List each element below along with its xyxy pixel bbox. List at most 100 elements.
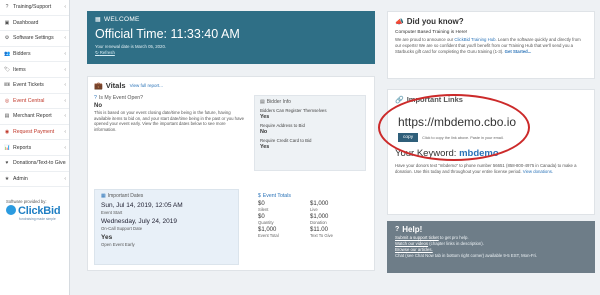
copy-button[interactable]: copy xyxy=(398,133,419,142)
help-title: Help! xyxy=(402,225,423,234)
sidebar-item-label: Bidders xyxy=(13,51,31,58)
logo-tagline: fundraising made simple xyxy=(19,217,56,221)
event-total-cell: $1,000 Live xyxy=(310,201,362,212)
did-you-know-title: Did you know? xyxy=(406,17,464,26)
get-started-link[interactable]: Get Started... xyxy=(505,49,532,54)
bidder-info-label: Bidder Info xyxy=(266,99,291,105)
help-text: to get pro help. xyxy=(438,235,469,240)
copy-row: copy Click to copy the link above. Paste… xyxy=(398,133,587,142)
chevron-left-icon: ‹ xyxy=(64,51,66,58)
open-early-value: Yes xyxy=(101,234,113,241)
body-pre: We are proud to announce our xyxy=(395,37,455,42)
vitals-header: 💼 Vitals View full report... xyxy=(94,81,368,90)
sidebar-item-label: Request Payment xyxy=(13,129,55,136)
donation-icon: ♥ xyxy=(5,160,9,167)
calendar-icon: ▦ xyxy=(95,17,101,23)
text-to-give-info: Have your donors text "mbdemo" to phone … xyxy=(395,163,587,175)
question-circle-icon: ? xyxy=(5,4,9,11)
help-link[interactable]: Browse our articles. xyxy=(395,247,433,252)
clickbid-logo[interactable]: ClickBid xyxy=(6,205,61,217)
sidebar-item-label: Items xyxy=(13,66,26,73)
sidebar-item-label: Merchant Report xyxy=(13,113,52,120)
chevron-left-icon: ‹ xyxy=(64,160,66,167)
event-open-answer: No xyxy=(94,103,102,109)
event-total-label: Donation xyxy=(310,220,327,225)
sidebar-item-bidders[interactable]: 👥 Bidders ‹ xyxy=(0,47,69,63)
did-you-know-header: 📣 Did you know? xyxy=(395,17,587,26)
bullhorn-icon: 📣 xyxy=(395,18,404,26)
dollar-icon: $ xyxy=(258,193,261,199)
event-open-question: Is My Event Open? xyxy=(98,95,144,101)
sidebar-item-label: Donations/Text-to Give xyxy=(13,160,66,167)
chevron-left-icon: ‹ xyxy=(64,4,66,11)
reports-icon: 📊 xyxy=(4,144,11,151)
chevron-left-icon: ‹ xyxy=(64,66,66,73)
chevron-left-icon: ‹ xyxy=(64,113,66,120)
event-total-label: Silent xyxy=(258,207,269,212)
help-item: Watch our videos (chapter links in descr… xyxy=(395,241,587,246)
help-item: Submit a support ticket to get pro help. xyxy=(395,235,587,240)
chevron-left-icon: ‹ xyxy=(64,35,66,42)
sidebar-item-software-settings[interactable]: ⚙ Software Settings ‹ xyxy=(0,31,69,47)
did-you-know-panel: 📣 Did you know? Computer Based Training … xyxy=(387,11,595,79)
sidebar-item-dashboard[interactable]: ▣ Dashboard xyxy=(0,16,69,32)
training-hub-link[interactable]: ClickBid Training Hub xyxy=(454,37,495,42)
sidebar-item-request-payment[interactable]: ◉ Request Payment ‹ xyxy=(0,125,69,141)
welcome-header: ▦ WELCOME xyxy=(95,16,367,23)
help-link[interactable]: Watch our videos xyxy=(395,241,428,246)
gear-icon: ⚙ xyxy=(4,35,10,42)
important-links-header: 🔗 Important Links xyxy=(395,95,587,104)
bidder-info-question: Require Credit Card to Bid xyxy=(260,138,312,143)
chevron-left-icon: ‹ xyxy=(64,175,66,182)
help-link[interactable]: Submit a support ticket xyxy=(395,235,439,240)
sidebar-item-admin[interactable]: ★ Admin ‹ xyxy=(0,172,69,188)
provided-by-text: Software provided by: xyxy=(6,199,47,204)
bidder-info-rows: Bidders Can Register Themselves Yes Requir… xyxy=(260,108,360,150)
bidder-info-box: ▤ Bidder Info Bidders Can Register Themse… xyxy=(254,95,366,171)
sidebar-item-training-support[interactable]: ? Training/Support ‹ xyxy=(0,0,69,16)
sidebar-item-event-tickets[interactable]: 🎟 Event Tickets ‹ xyxy=(0,78,69,94)
sidebar-item-event-central[interactable]: ◎ Event Central ‹ xyxy=(0,94,69,110)
event-total-label: Live xyxy=(310,207,318,212)
ticket-icon: 🎟 xyxy=(4,82,11,89)
event-total-label: Event Total xyxy=(258,233,279,238)
official-time: Official Time: 11:33:40 AM xyxy=(95,27,240,41)
event-total-cell: $11.00 Text To Give xyxy=(310,227,362,238)
document-icon: ▤ xyxy=(260,99,265,105)
chevron-left-icon: ‹ xyxy=(64,82,66,89)
sidebar-item-label: Training/Support xyxy=(13,4,52,11)
event-open-title: ? Is My Event Open? xyxy=(94,95,244,101)
support-date: Wednesday, July 24, 2019 xyxy=(101,218,178,225)
view-full-report-link[interactable]: View full report... xyxy=(130,83,163,88)
important-links-title: Important Links xyxy=(406,95,463,104)
copy-hint: Click to copy the link above. Paste in y… xyxy=(422,135,504,140)
welcome-title: WELCOME xyxy=(103,16,140,23)
vitals-title: Vitals xyxy=(105,81,126,90)
did-you-know-subtitle: Computer Based Training is Here! xyxy=(395,30,468,35)
event-url[interactable]: https://mbdemo.cbo.io xyxy=(398,115,587,129)
help-header: ? Help! xyxy=(395,225,587,234)
sidebar-item-merchant-report[interactable]: ▤ Merchant Report ‹ xyxy=(0,109,69,125)
event-totals-box: $ Event Totals $0 Silent $1,000 Live $0 Quanti… xyxy=(254,193,366,265)
support-date-label: On-Call Support Date xyxy=(101,226,143,231)
keyword-label: Your Keyword: xyxy=(395,148,460,159)
bidder-info-answer: No xyxy=(260,129,268,135)
bidder-info-answer: Yes xyxy=(260,114,270,120)
sidebar-item-label: Admin xyxy=(13,175,28,182)
important-links-panel: 🔗 Important Links https://mbdemo.cbo.io … xyxy=(387,89,595,215)
merchant-report-icon: ▤ xyxy=(4,113,10,120)
refresh-link[interactable]: ↻ Refresh xyxy=(95,50,367,56)
sidebar-item-reports[interactable]: 📊 Reports ‹ xyxy=(0,140,69,156)
sidebar-item-donations-text-to-give[interactable]: ♥ Donations/Text-to Give ‹ xyxy=(0,156,69,172)
sidebar: ? Training/Support ‹ ▣ Dashboard ⚙ Software Se… xyxy=(0,0,70,295)
sidebar-item-label: Event Central xyxy=(13,97,45,104)
briefcase-icon: 💼 xyxy=(94,82,103,90)
sidebar-item-items[interactable]: 🏷 Items ‹ xyxy=(0,62,69,78)
event-totals-title: $ Event Totals xyxy=(258,193,362,199)
link-icon: 🔗 xyxy=(395,96,404,104)
event-total-cell: $0 Silent xyxy=(258,201,310,212)
did-you-know-body: We are proud to announce our ClickBid Tr… xyxy=(395,37,587,56)
event-total-label: Text To Give xyxy=(310,233,333,238)
keyword-value: mbdemo xyxy=(459,148,499,159)
view-donations-link[interactable]: View donations. xyxy=(523,169,553,174)
